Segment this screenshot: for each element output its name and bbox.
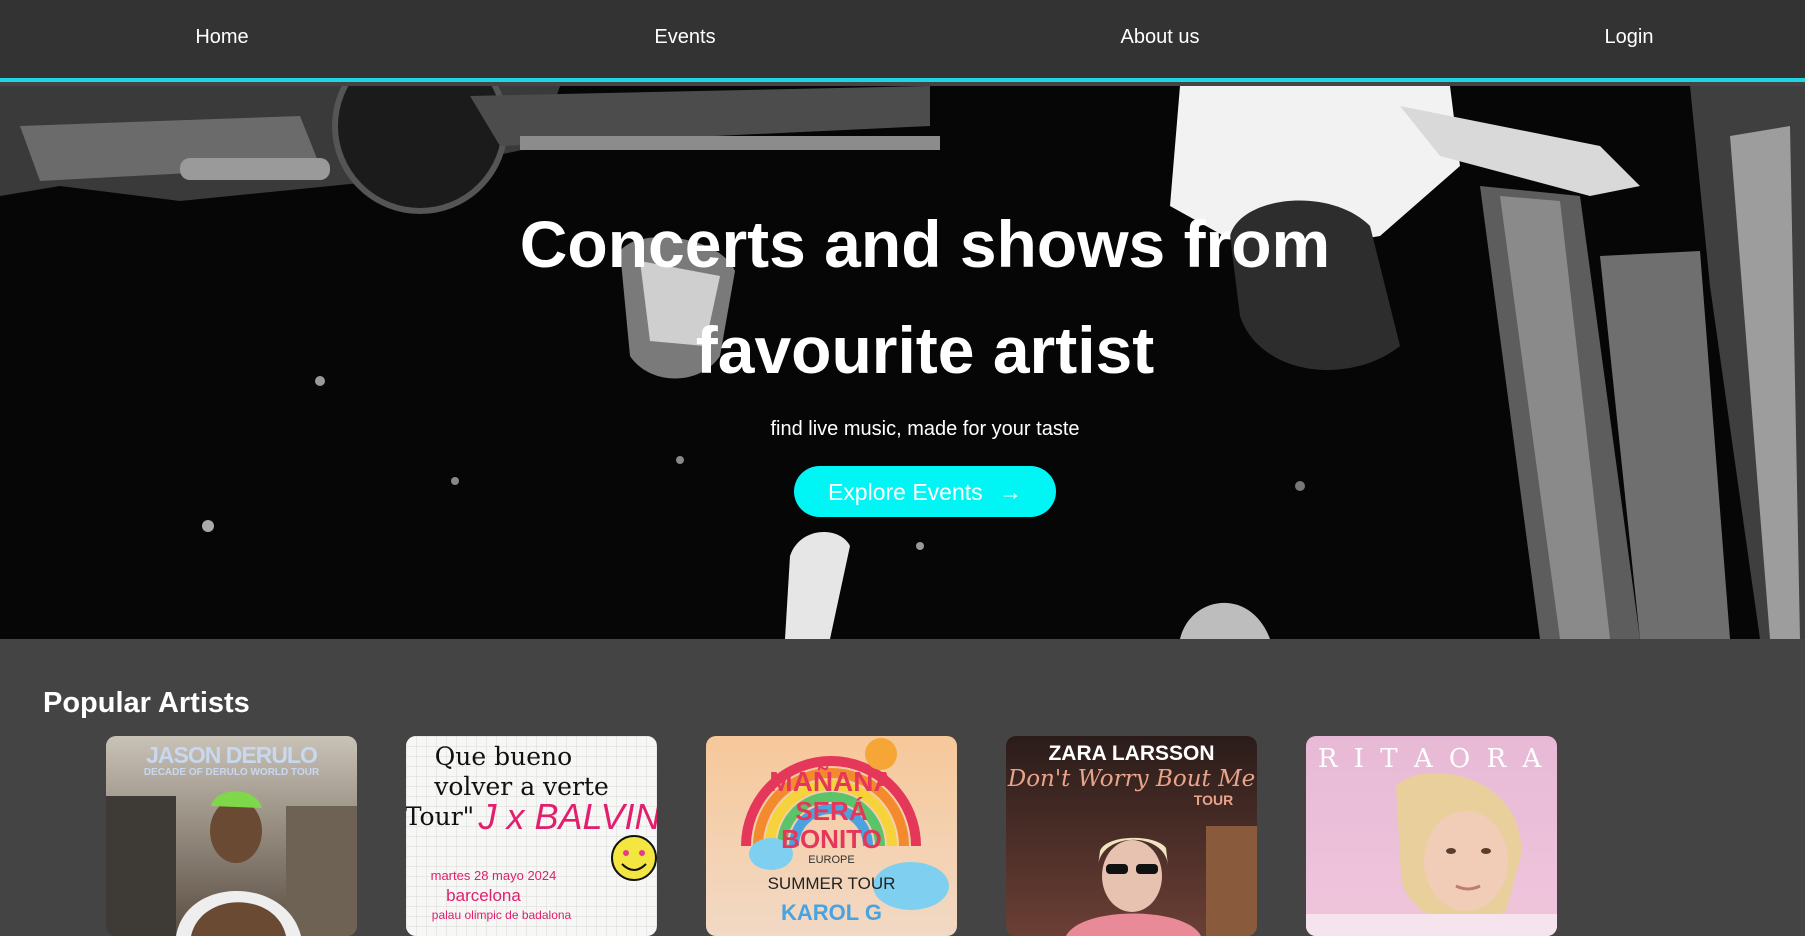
card3-line4: EUROPE bbox=[808, 854, 855, 866]
card3-line3: BONITO bbox=[781, 824, 882, 854]
card2-line6: barcelona bbox=[446, 886, 521, 905]
card3-line5: SUMMER TOUR bbox=[767, 874, 896, 893]
card2-line1: Que bueno bbox=[434, 742, 573, 771]
artist-card-karol-g[interactable]: MAÑANA SERÁ BONITO EUROPE SUMMER TOUR KA… bbox=[706, 736, 957, 936]
nav-about-link[interactable]: About us bbox=[1121, 26, 1200, 49]
top-navigation: Home Events About us Login bbox=[0, 0, 1805, 82]
nav-login-link[interactable]: Login bbox=[1605, 26, 1654, 49]
card3-line2: SERÁ bbox=[795, 796, 868, 826]
card4-line1: ZARA LARSSON bbox=[1048, 742, 1215, 765]
card2-line4: J x BALVIN bbox=[478, 796, 657, 837]
card2-line7: palau olimpic de badalona bbox=[431, 908, 572, 922]
card4-line2: Don't Worry Bout Me bbox=[1007, 766, 1256, 792]
hero-title: Concerts and shows from favourite artist bbox=[519, 207, 1331, 387]
explore-events-label: Explore Events bbox=[827, 479, 983, 505]
card2-line5: martes 28 mayo 2024 bbox=[430, 868, 557, 883]
explore-events-button[interactable]: Explore Events → bbox=[794, 466, 1056, 517]
artist-card-jason-derulo[interactable]: JASON DERULO DECADE OF DERULO WORLD TOUR bbox=[106, 736, 357, 936]
card3-line6: KAROL G bbox=[780, 900, 883, 925]
nav-home-link[interactable]: Home bbox=[195, 26, 248, 49]
artist-card-zara-larsson[interactable]: ZARA LARSSON Don't Worry Bout Me TOUR bbox=[1006, 736, 1257, 936]
hero-banner: Concerts and shows from favourite artist… bbox=[0, 86, 1805, 639]
card1-subtitle: DECADE OF DERULO WORLD TOUR bbox=[143, 767, 320, 778]
artist-card-j-balvin[interactable]: Que bueno volver a verte Tour" J x BALVI… bbox=[406, 736, 657, 936]
card1-title: JASON DERULO bbox=[146, 742, 318, 768]
card4-line3: TOUR bbox=[1193, 792, 1234, 808]
arrow-right-icon: → bbox=[999, 479, 1023, 505]
artist-card-rita-ora[interactable]: R I T A O R A bbox=[1306, 736, 1557, 936]
nav-events-link[interactable]: Events bbox=[654, 26, 715, 49]
popular-artists-heading: Popular Artists bbox=[43, 687, 250, 719]
card3-line1: MAÑANA bbox=[769, 766, 894, 797]
card5-line1: R I T A O R A bbox=[1317, 744, 1546, 774]
hero-content: Concerts and shows from favourite artist… bbox=[0, 86, 1805, 639]
hero-subtitle: find live music, made for your taste bbox=[770, 418, 1080, 440]
